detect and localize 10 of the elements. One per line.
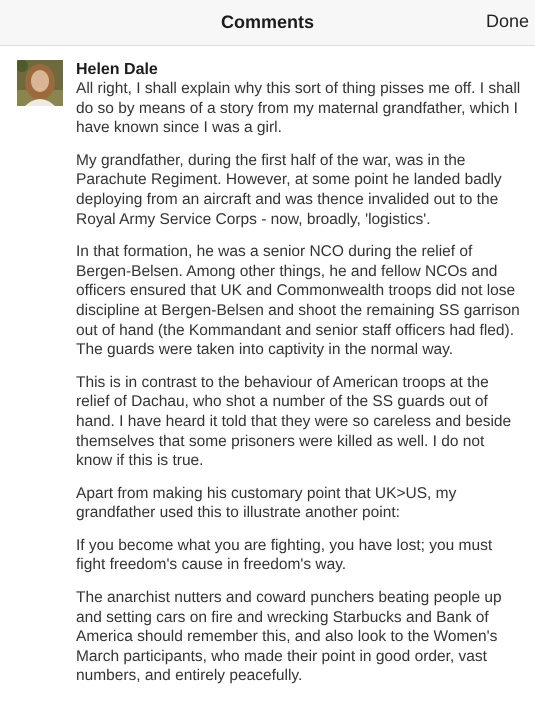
comment-paragraph: My grandfather, during the first half of the war, was in the Parachute Regiment. However, at some point he landed badly deploying from an aircraft and was thence invalided out to the Royal Army Service Corps - now, broadly, 'logistics'. xyxy=(76,150,503,230)
comment-paragraph: This is in contrast to the behaviour of American troops at the relief of Dachau, who shot a number of the SS guards out of hand. I have heard it told that they were so careless and beside themselves that some prisoners were killed as well. I do not know if this is true. xyxy=(76,372,512,471)
comment-paragraph: The anarchist nutters and coward punchers beating people up and setting cars on fire and wrecking Starbucks and Bank of America should remember this, and also look to the Women's March participants, who made their point in good order, vast numbers, and entirely peacefully. xyxy=(76,588,503,686)
comment-paragraph: If you become what you are fighting, you have lost; you must fight freedom's cause in freedom's way. xyxy=(76,536,494,576)
author-name[interactable]: Helen Dale xyxy=(76,60,523,79)
header-title: Comments xyxy=(220,11,314,34)
done-button[interactable]: Done xyxy=(486,8,529,35)
comment-paragraph: In that formation, he was a senior NCO during the relief of Bergen-Belsen. Among other things, he and fellow NCOs and officers ensured that UK and Commonwealth troops did not lose discipline at Bergen-Belsen and shoot the remaining SS garrison out of hand (the Kommandant and senior staff officers had fled). The guards were taken into captivity in the normal way. xyxy=(76,242,521,360)
comment-paragraph: Apart from making his customary point that UK>US, my grandfather used this to illustrate another point: xyxy=(76,484,458,523)
comment-paragraph: All right, I shall explain why this sort of thing pisses me off. I shall do so by means of a story from my maternal grandfather, which I have known since I was a girl. xyxy=(76,79,522,138)
